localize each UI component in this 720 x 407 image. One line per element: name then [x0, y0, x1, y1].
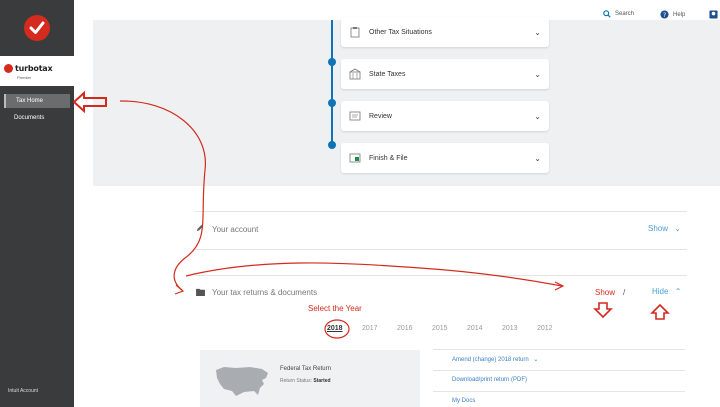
amend-return-link[interactable]: Amend (change) 2018 return ⌄: [452, 356, 538, 363]
checkmark-logo-icon: [24, 15, 50, 41]
chevron-down-icon: ⌄: [534, 153, 541, 163]
arrow-up-icon: [650, 303, 670, 320]
show-label: Show: [648, 224, 669, 233]
divider: [195, 211, 687, 212]
timeline-dot: [328, 141, 336, 149]
clipboard-icon: [350, 27, 360, 38]
search-icon: [603, 10, 611, 18]
tax-returns-title: Your tax returns & documents: [212, 288, 318, 297]
arrow-down-icon: [593, 302, 613, 319]
step-state-taxes[interactable]: State Taxes ⌄: [341, 59, 549, 89]
divider: [433, 349, 685, 350]
search-button[interactable]: Search: [603, 10, 634, 18]
chevron-up-icon: ⌃: [674, 287, 682, 296]
file-icon: [349, 153, 361, 163]
arrow-head-icon: [174, 284, 185, 295]
timeline-dot: [328, 99, 336, 107]
sidebar-item-tax-home[interactable]: Tax Home: [4, 94, 70, 108]
brand-edition: Premier: [17, 75, 32, 80]
step-review[interactable]: Review ⌄: [341, 101, 549, 131]
step-label: Other Tax Situations: [369, 28, 432, 36]
status-value: Started: [313, 378, 331, 384]
brand-dot-icon: [4, 64, 13, 73]
review-icon: [349, 111, 361, 121]
download-print-link[interactable]: Download/print return (PDF): [452, 377, 527, 383]
search-label: Search: [615, 11, 635, 17]
status-label: Return Status:: [280, 378, 312, 384]
svg-text:?: ?: [663, 12, 666, 19]
returns-hide-toggle[interactable]: Hide ⌃: [652, 287, 681, 296]
turbotax-logo[interactable]: [0, 0, 74, 56]
chevron-down-icon: ⌄: [533, 357, 539, 363]
divider: [433, 391, 685, 392]
year-tab-2017[interactable]: 2017: [362, 325, 378, 332]
year-tab-2015[interactable]: 2015: [432, 325, 448, 332]
profile-icon: [709, 10, 718, 19]
progress-timeline: [331, 20, 333, 146]
step-label: Review: [369, 112, 392, 120]
year-tab-2014[interactable]: 2014: [467, 325, 483, 332]
year-tab-2013[interactable]: 2013: [502, 325, 518, 332]
year-tab-2016[interactable]: 2016: [397, 325, 413, 332]
divider: [433, 370, 685, 371]
pencil-icon: [196, 224, 204, 232]
select-year-annotation: Select the Year: [308, 304, 362, 313]
timeline-dot: [328, 58, 336, 66]
us-map-icon: [216, 367, 268, 396]
chevron-down-icon: ⌄: [674, 224, 681, 233]
help-label: Help: [673, 11, 686, 18]
step-finish-file[interactable]: Finish & File ⌄: [341, 143, 549, 173]
chevron-down-icon: ⌄: [534, 27, 541, 37]
year-tab-2018[interactable]: 2018: [327, 325, 343, 332]
step-label: State Taxes: [369, 70, 406, 78]
help-icon: ?: [660, 10, 669, 19]
hide-label: Hide: [652, 287, 669, 296]
folder-icon: [196, 288, 205, 296]
step-other-tax-situations[interactable]: Other Tax Situations ⌄: [341, 17, 549, 47]
profile-button[interactable]: [709, 10, 718, 19]
return-status: Return Status: Started: [280, 378, 331, 384]
brand-name: turbotax: [15, 64, 53, 73]
toggle-separator: /: [623, 288, 626, 297]
account-show-toggle[interactable]: Show ⌄: [648, 224, 681, 233]
arrow-head-icon: [554, 281, 565, 291]
divider: [195, 275, 687, 276]
divider: [195, 249, 687, 250]
chevron-down-icon: ⌄: [534, 111, 541, 121]
building-icon: [349, 68, 361, 80]
app-window: turbotax Premier Tax Home Documents Intu…: [0, 0, 720, 407]
returns-show-toggle[interactable]: Show: [595, 288, 615, 297]
help-button[interactable]: ? Help: [660, 10, 685, 19]
my-docs-link[interactable]: My Docs: [452, 398, 475, 404]
your-account-title: Your account: [212, 225, 259, 234]
year-tab-2012[interactable]: 2012: [537, 325, 553, 332]
amend-label: Amend (change) 2018 return: [452, 357, 529, 363]
step-label: Finish & File: [369, 154, 408, 162]
federal-return-title: Federal Tax Return: [280, 366, 331, 372]
intuit-account-link[interactable]: Intuit Account: [8, 388, 38, 394]
chevron-down-icon: ⌄: [534, 69, 541, 79]
sidebar-item-documents[interactable]: Documents: [4, 111, 70, 125]
